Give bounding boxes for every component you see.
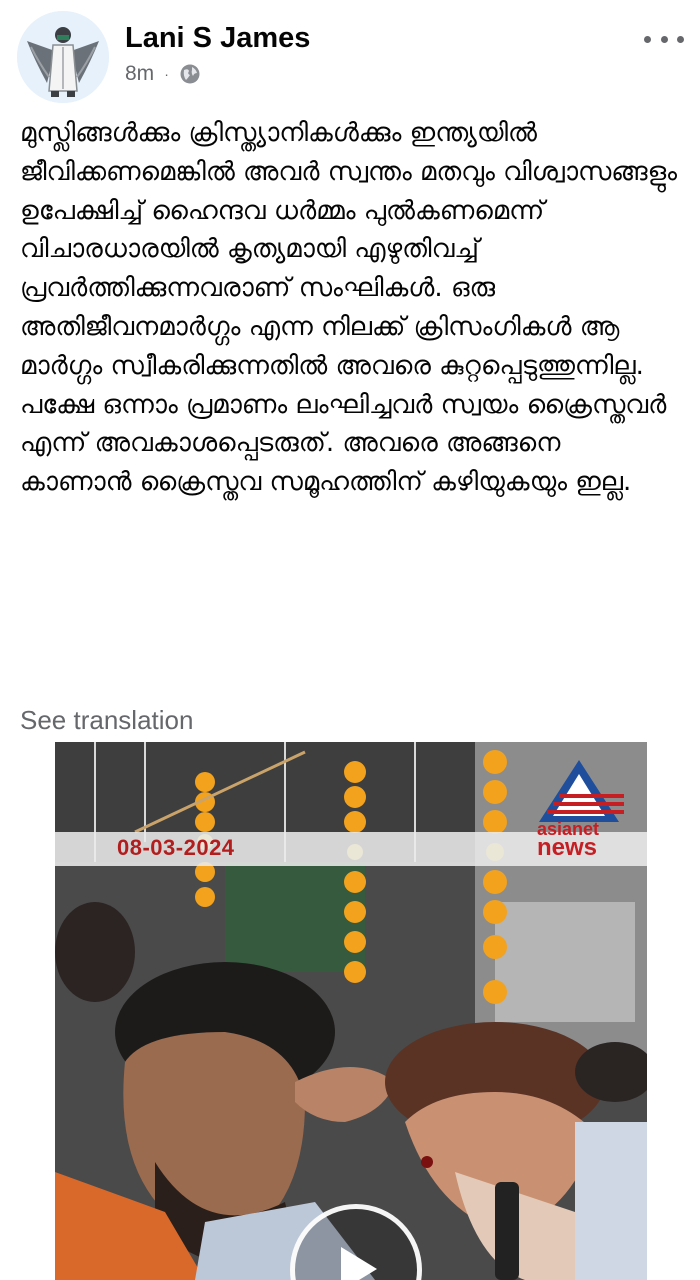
post-time[interactable]: 8m — [125, 62, 154, 86]
more-options-button[interactable] — [644, 28, 684, 50]
see-translation-link[interactable]: See translation — [20, 705, 193, 736]
author-name[interactable]: Lani S James — [125, 22, 310, 55]
play-icon — [341, 1247, 377, 1280]
facebook-post: Lani S James 8m · മുസ്ലിങ്ങൾക്കും ക്രിസ്… — [0, 0, 700, 1280]
asianet-logo-icon — [539, 760, 624, 822]
logo-text-line2: news — [537, 834, 598, 861]
more-dot-icon — [677, 35, 684, 43]
video-attachment[interactable]: 08-03-2024 asianet news — [0, 742, 700, 1280]
video-date: 08-03-2024 — [117, 835, 235, 860]
post-meta: 8m · — [125, 62, 201, 86]
post-header: Lani S James 8m · — [0, 0, 700, 110]
globe-icon[interactable] — [179, 63, 201, 85]
more-dot-icon — [644, 35, 651, 43]
meta-separator: · — [164, 66, 169, 82]
post-body-text: മുസ്ലിങ്ങൾക്കും ക്രിസ്ത്യാനികൾക്കും ഇന്ത… — [20, 118, 686, 498]
avatar[interactable] — [17, 11, 109, 103]
more-dot-icon — [660, 35, 668, 43]
channel-logo: asianet news — [529, 756, 629, 866]
avatar-image — [17, 11, 109, 103]
video-thumbnail[interactable]: 08-03-2024 asianet news — [55, 742, 647, 1280]
